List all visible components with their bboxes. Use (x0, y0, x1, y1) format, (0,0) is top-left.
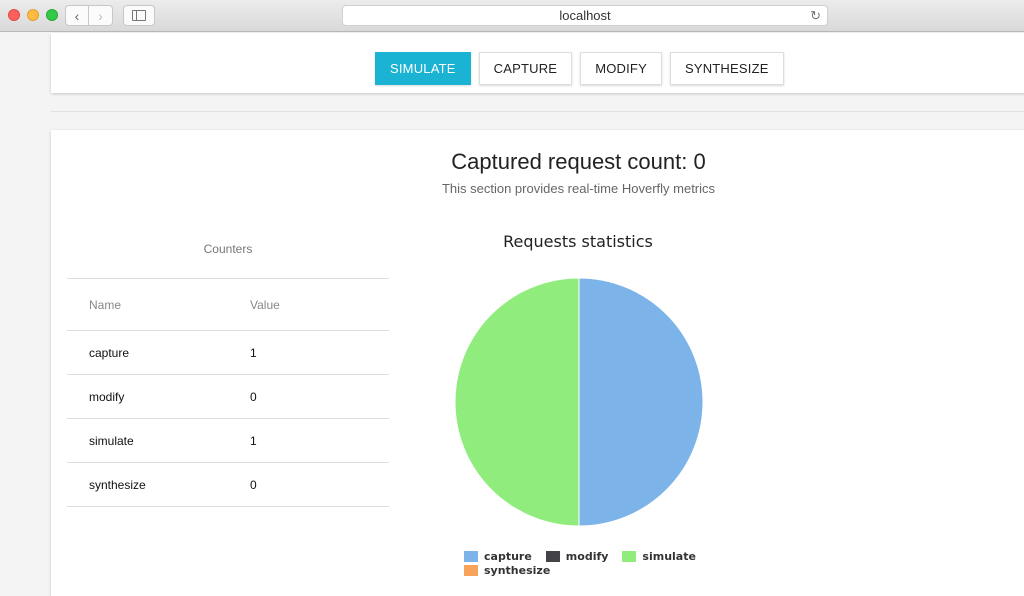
legend-label: modify (565, 550, 609, 563)
counter-name: simulate (67, 418, 250, 463)
reload-icon[interactable]: ↻ (810, 8, 821, 24)
counter-name: synthesize (67, 462, 250, 507)
metrics-title: Captured request count: 0 (451, 149, 706, 174)
legend-label: simulate (642, 550, 696, 563)
window-controls (8, 9, 58, 21)
zoom-window-button[interactable] (46, 9, 58, 21)
table-row: modify 0 (67, 374, 389, 419)
legend-item-synthesize[interactable]: synthesize (464, 564, 550, 577)
legend-item-modify[interactable]: modify (545, 550, 609, 563)
table-header-row: Name Value (67, 278, 389, 331)
legend-swatch (545, 551, 560, 562)
chart-title: Requests statistics (503, 232, 653, 251)
close-window-button[interactable] (8, 9, 20, 21)
legend-swatch (464, 565, 478, 576)
legend-swatch (464, 551, 478, 562)
counter-value: 0 (250, 374, 389, 419)
address-bar[interactable]: localhost ↻ (342, 5, 828, 26)
table-row: synthesize 0 (67, 462, 389, 507)
requests-pie-chart (454, 277, 704, 527)
metrics-subtitle: This section provides real-time Hoverfly… (441, 181, 716, 196)
address-text: localhost (559, 8, 611, 23)
counters-table: Name Value capture 1 modify 0 simulate 1… (67, 278, 389, 507)
back-button[interactable]: ‹ (65, 5, 89, 26)
metrics-card: Captured request count: 0 This section p… (51, 130, 1024, 596)
legend-swatch (622, 551, 637, 562)
legend-label: synthesize (484, 564, 551, 577)
minimize-window-button[interactable] (27, 9, 39, 21)
counter-name: modify (67, 374, 250, 419)
chart-legend: capture modify simulate synthesize (464, 550, 724, 577)
pie-slice-simulate[interactable] (454, 277, 580, 527)
legend-item-simulate[interactable]: simulate (622, 550, 696, 563)
modify-mode-button[interactable]: MODIFY (580, 52, 662, 85)
mode-button-group: SIMULATE CAPTURE MODIFY SYNTHESIZE (375, 52, 784, 85)
page-content: SIMULATE CAPTURE MODIFY SYNTHESIZE Captu… (0, 33, 1024, 596)
counter-value: 1 (250, 330, 389, 375)
divider (51, 111, 1024, 112)
counter-value: 0 (250, 462, 389, 507)
counters-panel: Counters Name Value capture 1 modify 0 s… (67, 242, 389, 507)
pie-slice-capture[interactable] (578, 277, 704, 527)
column-header-value: Value (250, 278, 389, 331)
sidebar-toggle-button[interactable] (123, 5, 155, 26)
chevron-left-icon: ‹ (74, 7, 80, 24)
mode-card: SIMULATE CAPTURE MODIFY SYNTHESIZE (51, 33, 1024, 93)
legend-item-capture[interactable]: capture (464, 550, 532, 563)
capture-mode-button[interactable]: CAPTURE (478, 52, 573, 85)
forward-button[interactable]: › (89, 5, 113, 26)
counter-name: capture (67, 330, 250, 375)
sidebar-icon (132, 10, 146, 21)
chevron-right-icon: › (98, 7, 103, 24)
synthesize-mode-button[interactable]: SYNTHESIZE (669, 52, 784, 85)
history-nav: ‹ › (65, 5, 113, 26)
table-row: simulate 1 (67, 418, 389, 463)
column-header-name: Name (67, 278, 250, 331)
counter-value: 1 (250, 418, 389, 463)
counters-caption: Counters (203, 242, 253, 256)
table-row: capture 1 (67, 330, 389, 375)
legend-label: capture (484, 550, 532, 563)
browser-toolbar: ‹ › localhost ↻ (0, 0, 1024, 32)
simulate-mode-button[interactable]: SIMULATE (375, 52, 471, 85)
